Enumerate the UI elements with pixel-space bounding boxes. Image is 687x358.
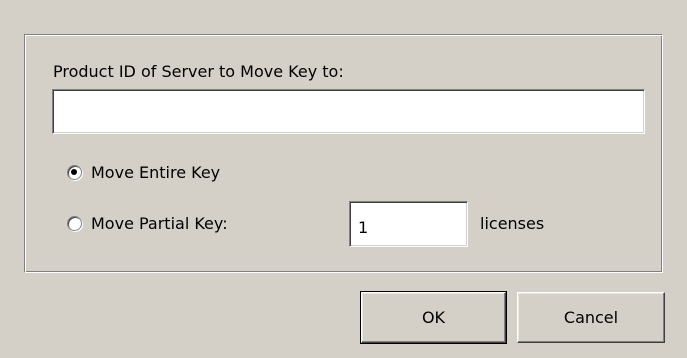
partial-licenses-input[interactable] (349, 201, 468, 247)
move-entire-key-option[interactable]: Move Entire Key (67, 163, 220, 182)
move-entire-key-label[interactable]: Move Entire Key (91, 163, 220, 182)
ok-button[interactable]: OK (360, 291, 507, 344)
move-entire-key-radio[interactable] (67, 165, 82, 180)
product-id-input[interactable] (52, 89, 645, 134)
move-partial-key-option[interactable]: Move Partial Key: (67, 214, 228, 233)
radio-selected-dot-icon (71, 169, 77, 175)
move-partial-key-label[interactable]: Move Partial Key: (91, 214, 228, 233)
product-id-label: Product ID of Server to Move Key to: (53, 62, 344, 81)
move-partial-key-radio[interactable] (67, 216, 82, 231)
licenses-unit-label: licenses (480, 214, 545, 233)
cancel-button[interactable]: Cancel (517, 292, 665, 343)
